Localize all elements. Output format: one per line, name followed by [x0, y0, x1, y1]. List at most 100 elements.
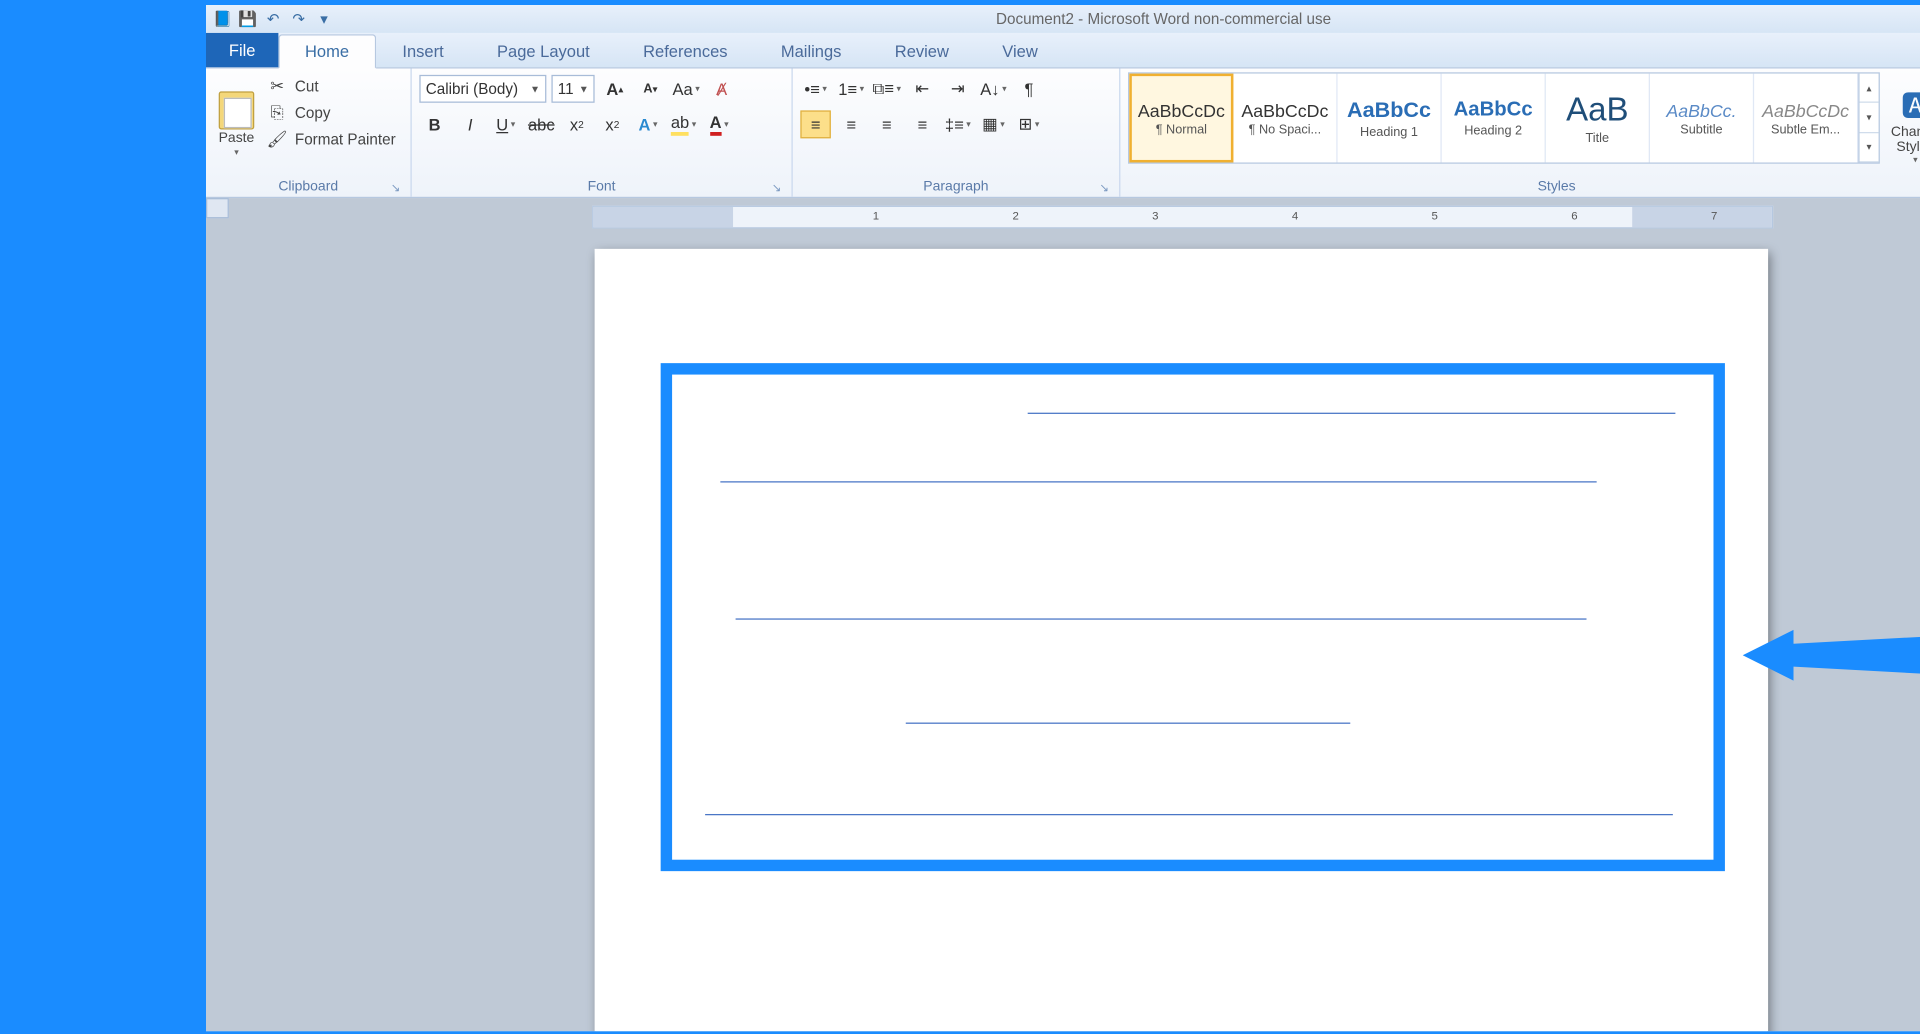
superscript-button[interactable]: x2	[597, 110, 627, 138]
justify-button[interactable]: ≡	[907, 110, 937, 138]
cut-icon: ✂	[267, 76, 287, 96]
window-title: Document2 - Microsoft Word non-commercia…	[996, 10, 1331, 28]
document-page[interactable]	[595, 249, 1768, 1031]
font-name-value: Calibri (Body)	[426, 80, 518, 98]
paste-button[interactable]: Paste ▾	[214, 72, 260, 176]
paste-icon	[219, 91, 255, 129]
style-subtitle[interactable]: AaBbCc. Subtitle	[1650, 74, 1754, 163]
tab-review[interactable]: Review	[868, 33, 975, 67]
style-name: ¶ Normal	[1156, 122, 1207, 136]
subscript-button[interactable]: x2	[562, 110, 592, 138]
word-window: 📘 💾 ↶ ↷ ▾ Document2 - Microsoft Word non…	[206, 5, 1920, 1031]
ruler-tick: 1	[873, 209, 879, 222]
group-label-paragraph[interactable]: Paragraph	[800, 176, 1111, 196]
gallery-row-up[interactable]: ▴	[1860, 74, 1879, 104]
horizontal-line[interactable]	[1028, 413, 1676, 414]
horizontal-ruler[interactable]: 1 2 3 4 5 6 7	[592, 206, 1773, 229]
group-paragraph: •≡ 1≡ ⧉≡ ⇤ ⇥ A↓ ¶ ≡ ≡ ≡ ≡ ‡≡ ▦	[793, 69, 1121, 197]
grow-font-button[interactable]: A▴	[600, 75, 630, 103]
style-name: ¶ No Spaci...	[1249, 122, 1321, 136]
vertical-ruler-toggle[interactable]	[206, 198, 229, 218]
file-tab[interactable]: File	[206, 32, 278, 68]
cut-label: Cut	[295, 77, 319, 95]
format-painter-button[interactable]: 🖌 Format Painter	[264, 128, 398, 151]
tab-mailings[interactable]: Mailings	[754, 33, 868, 67]
horizontal-line[interactable]	[906, 723, 1351, 724]
qat-customize-icon[interactable]: ▾	[313, 8, 336, 31]
change-styles-button[interactable]: 🅰 Change Styles ▾	[1880, 72, 1920, 176]
tab-references[interactable]: References	[616, 33, 754, 67]
clear-formatting-button[interactable]: Ⱥ	[706, 75, 736, 103]
group-label-styles[interactable]: Styles	[1128, 176, 1920, 196]
group-label-font[interactable]: Font	[419, 176, 783, 196]
borders-button[interactable]: ⊞	[1014, 110, 1044, 138]
horizontal-line[interactable]	[705, 814, 1673, 815]
line-spacing-button[interactable]: ‡≡	[943, 110, 973, 138]
ruler-tick: 7	[1711, 209, 1717, 222]
style-name: Subtitle	[1680, 122, 1722, 136]
style-sample: AaBbCcDc	[1241, 100, 1328, 120]
ribbon-tabstrip: File Home Insert Page Layout References …	[206, 33, 1920, 69]
format-painter-icon: 🖌	[267, 129, 287, 149]
style-subtle-emphasis[interactable]: AaBbCcDc Subtle Em...	[1754, 74, 1858, 163]
ruler-tick: 3	[1152, 209, 1158, 222]
horizontal-line[interactable]	[720, 481, 1596, 482]
decrease-indent-button[interactable]: ⇤	[907, 75, 937, 103]
tab-page-layout[interactable]: Page Layout	[470, 33, 616, 67]
numbering-button[interactable]: 1≡	[836, 75, 866, 103]
tab-home[interactable]: Home	[278, 34, 375, 68]
style-title[interactable]: AaB Title	[1546, 74, 1650, 163]
italic-button[interactable]: I	[455, 110, 485, 138]
paste-label: Paste	[219, 131, 255, 146]
underline-button[interactable]: U	[490, 110, 520, 138]
ruler-tick: 5	[1432, 209, 1438, 222]
gallery-scroll: ▴ ▾ ▾	[1858, 74, 1878, 163]
font-color-button[interactable]: A	[704, 110, 734, 138]
text-effects-button[interactable]: A	[633, 110, 663, 138]
ruler-tick: 2	[1012, 209, 1018, 222]
qat-redo-icon[interactable]: ↷	[287, 8, 310, 31]
group-label-clipboard[interactable]: Clipboard	[214, 176, 403, 196]
align-right-button[interactable]: ≡	[871, 110, 901, 138]
horizontal-line[interactable]	[736, 618, 1587, 619]
style-sample: AaBbCc	[1347, 97, 1431, 122]
change-case-button[interactable]: Aa	[671, 75, 701, 103]
copy-button[interactable]: ⎘ Copy	[264, 102, 398, 125]
change-styles-label: Change Styles	[1885, 124, 1920, 154]
multilevel-list-button[interactable]: ⧉≡	[871, 75, 901, 103]
cut-button[interactable]: ✂ Cut	[264, 75, 398, 98]
style-heading-2[interactable]: AaBbCc Heading 2	[1442, 74, 1546, 163]
align-center-button[interactable]: ≡	[836, 110, 866, 138]
gallery-more[interactable]: ▾	[1860, 133, 1879, 163]
document-area: 1 2 3 4 5 6 7	[206, 198, 1920, 1031]
gallery-row-down[interactable]: ▾	[1860, 103, 1879, 133]
style-name: Heading 1	[1360, 125, 1418, 139]
group-styles: AaBbCcDc ¶ Normal AaBbCcDc ¶ No Spaci...…	[1120, 69, 1920, 197]
style-no-spacing[interactable]: AaBbCcDc ¶ No Spaci...	[1233, 74, 1337, 163]
style-sample: AaBbCc.	[1666, 100, 1736, 120]
bullets-button[interactable]: •≡	[800, 75, 830, 103]
qat-save-icon[interactable]: 💾	[236, 8, 259, 31]
sort-button[interactable]: A↓	[978, 75, 1008, 103]
increase-indent-button[interactable]: ⇥	[943, 75, 973, 103]
shading-button[interactable]: ▦	[978, 110, 1008, 138]
style-heading-1[interactable]: AaBbCc Heading 1	[1338, 74, 1442, 163]
style-normal[interactable]: AaBbCcDc ¶ Normal	[1129, 74, 1233, 163]
format-painter-label: Format Painter	[295, 131, 396, 149]
align-left-button[interactable]: ≡	[800, 110, 830, 138]
ribbon: Paste ▾ ✂ Cut ⎘ Copy 🖌 Format Painter	[206, 69, 1920, 199]
annotation-arrow-icon	[1743, 623, 1920, 687]
tab-view[interactable]: View	[976, 33, 1065, 67]
show-hide-button[interactable]: ¶	[1014, 75, 1044, 103]
bold-button[interactable]: B	[419, 110, 449, 138]
tab-insert[interactable]: Insert	[376, 33, 471, 67]
style-sample: AaBbCc	[1454, 98, 1533, 121]
change-styles-icon: 🅰	[1901, 84, 1920, 125]
word-app-icon[interactable]: 📘	[211, 8, 234, 31]
qat-undo-icon[interactable]: ↶	[262, 8, 285, 31]
font-size-combo[interactable]: 11▼	[551, 75, 594, 103]
shrink-font-button[interactable]: A▾	[635, 75, 665, 103]
strikethrough-button[interactable]: abc	[526, 110, 556, 138]
font-name-combo[interactable]: Calibri (Body)▼	[419, 75, 546, 103]
highlight-button[interactable]: ab	[668, 110, 698, 138]
